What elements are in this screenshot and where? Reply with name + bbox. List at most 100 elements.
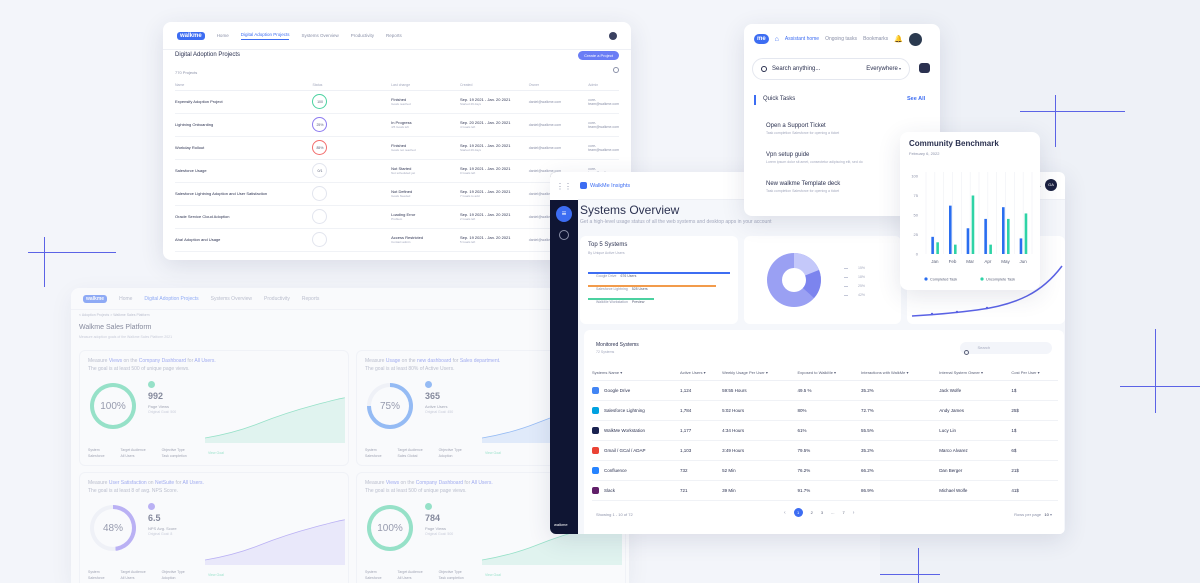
- project-name[interactable]: Expensify Adoption Project: [175, 90, 313, 114]
- table-row[interactable]: Confluence 732 52 Min 76.2% 66.2% Dan Berger 2…: [592, 460, 1058, 481]
- goal-card[interactable]: Measure User Satisfaction on NetSuite fo…: [79, 472, 349, 583]
- column-header[interactable]: Exposed to WalkMe ▾: [797, 366, 862, 381]
- column-header[interactable]: Created: [460, 80, 529, 91]
- nav-assistant-home[interactable]: Assistant home: [785, 36, 819, 42]
- nav-productivity[interactable]: Productivity: [351, 33, 374, 38]
- avatar[interactable]: [609, 31, 617, 40]
- top-system-item[interactable]: WalkMe Workstation Preview: [588, 290, 730, 304]
- table-row[interactable]: WalkMe Workstation 1,177 4:34 Hours 61% 55.5…: [592, 420, 1058, 441]
- nav-systems-overview[interactable]: Systems Overview: [301, 33, 338, 38]
- system-icon: [592, 466, 599, 474]
- view-goal-link[interactable]: View Goal: [485, 451, 501, 455]
- search-icon[interactable]: [613, 67, 619, 73]
- cell-weekly: 52 Min: [722, 460, 798, 481]
- nav-digital-adoption-projects[interactable]: Digital Adoption Projects: [144, 296, 198, 302]
- settings-icon[interactable]: [559, 230, 569, 240]
- system-name-cell[interactable]: Google Drive: [592, 380, 680, 401]
- goal-footer: System Salesforce Target Audience All Users…: [88, 447, 187, 459]
- column-header[interactable]: Status: [312, 80, 392, 91]
- bot-icon[interactable]: [919, 63, 930, 73]
- rows-per-page[interactable]: Rows per page 10 ▾: [1014, 512, 1052, 517]
- column-header[interactable]: Interactions with WalkMe ▾: [861, 366, 940, 381]
- avatar[interactable]: [908, 32, 922, 46]
- date-sub: 2 Goals left: [460, 217, 476, 221]
- goal-footer: System Salesforce Target Audience All Users…: [365, 569, 464, 581]
- next-page-button[interactable]: ›: [853, 510, 855, 516]
- cell-weekly: 4:34 Hours: [722, 420, 798, 441]
- table-row[interactable]: Slack 721 39 Min 91.7% 86.9% Michael Wolfe 41$: [592, 480, 1058, 501]
- column-header[interactable]: Active Users ▾: [680, 366, 723, 381]
- breadcrumb[interactable]: < Adoption Projects > Walkme Sales Platf…: [79, 313, 150, 317]
- assistant-search[interactable]: Search anything... Everywhere ▾: [752, 58, 910, 80]
- table-row[interactable]: Gmail / GCal / ADAP 1,103 3:49 Hours 79.5% 3…: [592, 440, 1058, 461]
- progress-ring: 0/1: [312, 163, 328, 178]
- column-header[interactable]: Internal System Owner ▾: [939, 366, 1012, 381]
- system-name-cell[interactable]: Confluence: [592, 460, 680, 481]
- table-row[interactable]: Expensify Adoption Project 100 Finished Goa…: [175, 90, 619, 114]
- create-project-button[interactable]: Create a Project: [578, 51, 619, 60]
- system-name-cell[interactable]: Salesforce Lightning: [592, 400, 680, 421]
- project-name[interactable]: Workday Rollout: [175, 136, 313, 160]
- column-header[interactable]: Name: [175, 80, 313, 91]
- admin-cell: core-team@walkme.com: [588, 90, 619, 114]
- page-button[interactable]: 7: [842, 510, 844, 515]
- view-goal-link[interactable]: View Goal: [208, 451, 224, 455]
- system-name-cell[interactable]: WalkMe Workstation: [592, 420, 680, 441]
- project-name[interactable]: Lightning Onboarding: [175, 113, 313, 137]
- project-name[interactable]: Oracle Service Cloud Adoption: [175, 205, 313, 229]
- goal-card[interactable]: Measure Views on the Company Dashboard f…: [79, 350, 349, 466]
- pie-legend-item: 18%: [844, 275, 865, 279]
- home-icon[interactable]: ⌂: [775, 36, 779, 43]
- nav-systems-overview[interactable]: Systems Overview: [211, 296, 252, 302]
- nav-productivity[interactable]: Productivity: [264, 296, 290, 302]
- nav-home[interactable]: Home: [119, 296, 132, 302]
- system-name-cell[interactable]: Slack: [592, 480, 680, 501]
- prev-page-button[interactable]: ‹: [784, 510, 786, 516]
- page-button[interactable]: ...: [831, 510, 834, 515]
- column-header[interactable]: Admin: [588, 80, 619, 91]
- project-name[interactable]: Aha! Adoption and Usage: [175, 228, 313, 252]
- status-ring-cell: 0/1: [312, 159, 392, 183]
- task-item[interactable]: New walkme Template deck Task completion …: [766, 181, 840, 193]
- view-goal-link[interactable]: View Goal: [208, 573, 224, 577]
- system-label: WalkMe Workstation: [596, 300, 628, 304]
- project-name[interactable]: Salesforce Usage: [175, 159, 313, 183]
- task-item[interactable]: Open a Support Ticket Task completion Sal…: [766, 123, 839, 135]
- avatar[interactable]: GA: [1045, 179, 1057, 191]
- nav-reports[interactable]: Reports: [302, 296, 320, 302]
- top-system-item[interactable]: Salesforce Lightning 528 Users: [588, 277, 730, 291]
- column-header[interactable]: Owner: [528, 80, 589, 91]
- date-cell: Sep. 19 2021 - Jan. 20 2021 2 Goals left: [460, 205, 529, 229]
- table-row[interactable]: Workday Rollout 85% Finished Goals not reac…: [175, 136, 619, 160]
- nav-bookmarks[interactable]: Bookmarks: [863, 36, 888, 42]
- top-system-item[interactable]: Google Drive 676 Users: [588, 264, 730, 278]
- column-header[interactable]: Weekly Usage Per User ▾: [722, 366, 798, 381]
- table-row[interactable]: Salesforce Lightning 1,784 5:02 Hours 80% 72…: [592, 400, 1058, 421]
- y-tick-label: 25: [914, 232, 919, 237]
- task-item[interactable]: Vpn setup guide Lorem ipsum dolor sit ame…: [766, 152, 863, 164]
- search-input[interactable]: Search: [960, 342, 1052, 355]
- date-sub: 7 Goals to add: [460, 194, 480, 198]
- page-button[interactable]: 2: [811, 510, 813, 515]
- column-header[interactable]: Systems Name ▾: [592, 366, 680, 381]
- apps-grid-icon[interactable]: ⋮⋮: [550, 172, 578, 200]
- page-button[interactable]: 1: [793, 508, 803, 517]
- bell-icon[interactable]: 🔔: [894, 35, 903, 43]
- see-all-link[interactable]: See All: [907, 96, 925, 102]
- view-goal-link[interactable]: View Goal: [485, 573, 501, 577]
- column-header[interactable]: Last change: [391, 80, 460, 91]
- scope-dropdown[interactable]: Everywhere ▾: [866, 66, 901, 72]
- menu-icon[interactable]: ≡: [556, 206, 572, 222]
- table-row[interactable]: Lightning Onboarding 25% In Progress 4/5 Go…: [175, 113, 619, 137]
- nav-ongoing-tasks[interactable]: Ongoing tasks: [825, 36, 857, 42]
- nav-reports[interactable]: Reports: [386, 33, 402, 38]
- system-name-cell[interactable]: Gmail / GCal / ADAP: [592, 440, 680, 461]
- project-name[interactable]: Salesforce Lightning Adoption and User S…: [175, 182, 313, 206]
- nav-home[interactable]: Home: [217, 33, 229, 38]
- date-sub: 4 Goals left: [460, 125, 476, 129]
- table-row[interactable]: Google Drive 1,124 59:55 Hours 49.5 % 35.2% J…: [592, 380, 1058, 401]
- donut-value: 100%: [94, 387, 132, 425]
- column-header[interactable]: Cost Per User ▾: [1011, 366, 1058, 381]
- page-button[interactable]: 3: [821, 510, 823, 515]
- nav-digital-adoption-projects[interactable]: Digital Adoption Projects: [240, 32, 290, 40]
